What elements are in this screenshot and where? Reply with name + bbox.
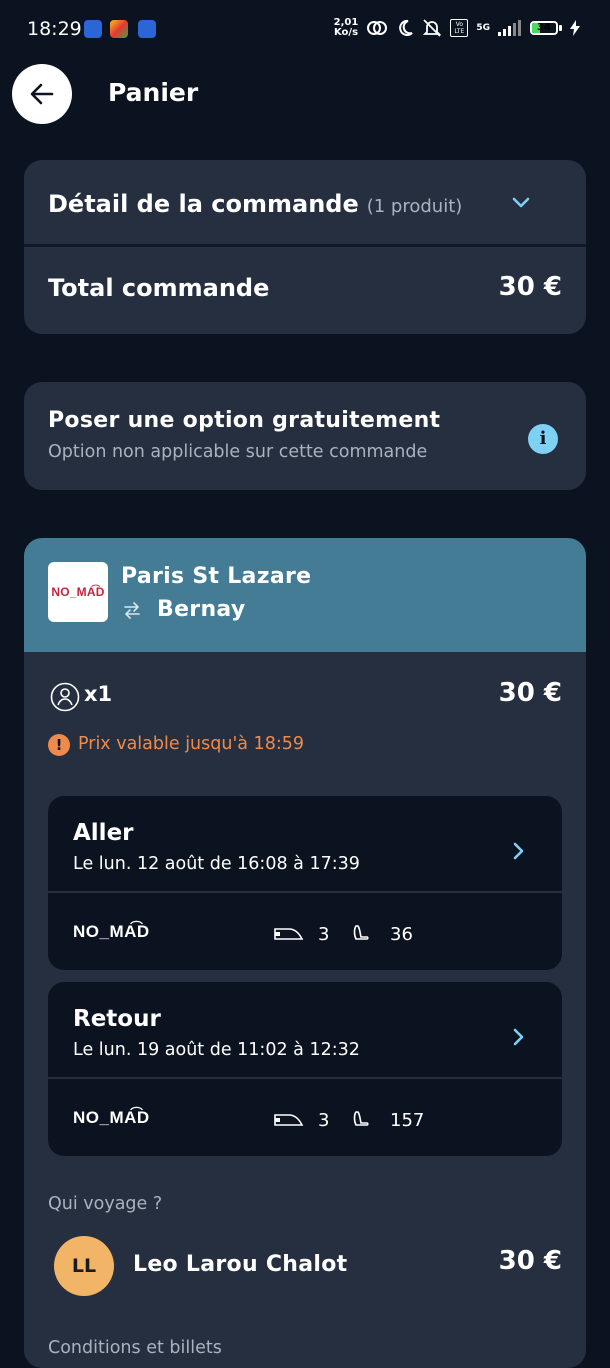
leg-title: Retour (73, 1006, 161, 1032)
seat-icon (353, 925, 369, 940)
chevron-right-icon[interactable] (510, 1026, 528, 1048)
chevron-down-icon[interactable] (510, 194, 532, 212)
volte-icon: Vo LTE (450, 19, 469, 37)
option-title: Poser une option gratuitement (48, 408, 441, 433)
moon-icon (399, 19, 414, 36)
divider (24, 244, 586, 247)
bell-off-icon (423, 19, 442, 37)
operator-name: NO_MA͡D (73, 922, 150, 941)
network-speed: 2,01 Ko/s (334, 18, 359, 38)
page-title: Panier (108, 78, 199, 107)
swap-arrows-icon (124, 602, 140, 619)
trip-card: NO_MA͡D Paris St Lazare Bernay x1 30 € !… (24, 538, 586, 1368)
photos-notification-icon (110, 20, 128, 38)
traveler-price: 30 € (498, 1246, 562, 1276)
arrow-left-icon (30, 83, 54, 105)
info-icon[interactable]: i (528, 424, 558, 454)
option-subtitle: Option non applicable sur cette commande (48, 442, 428, 462)
status-bar: 18:29 2,01 Ko/s Vo LTE 5G 34 (0, 0, 610, 60)
outbound-leg-card[interactable]: Aller Le lun. 12 août de 16:08 à 17:39 N… (48, 796, 562, 970)
passenger-icon (50, 682, 80, 712)
status-time: 18:29 (27, 18, 82, 40)
order-summary-card: Détail de la commande (1 produit) Total c… (24, 160, 586, 334)
chevron-right-icon[interactable] (510, 840, 528, 862)
trip-price: 30 € (498, 678, 562, 708)
trip-origin: Paris St Lazare (121, 564, 312, 589)
order-detail-title: Détail de la commande (1 produit) (48, 190, 462, 218)
status-icons: 2,01 Ko/s Vo LTE 5G 34 (334, 18, 580, 38)
back-button[interactable] (12, 64, 72, 124)
operator-logo: NO_MA͡D (48, 562, 108, 622)
who-travels-label: Qui voyage ? (48, 1194, 163, 1214)
leg-date: Le lun. 12 août de 16:08 à 17:39 (73, 854, 360, 874)
order-total-value: 30 € (498, 272, 562, 302)
return-leg-card[interactable]: Retour Le lun. 19 août de 11:02 à 12:32 … (48, 982, 562, 1156)
conditions-label: Conditions et billets (48, 1338, 222, 1358)
order-detail-label: Détail de la commande (48, 190, 359, 218)
leg-date: Le lun. 19 août de 11:02 à 12:32 (73, 1040, 360, 1060)
trip-header: NO_MA͡D Paris St Lazare Bernay (24, 538, 586, 652)
divider (48, 1077, 562, 1079)
order-product-count: (1 produit) (366, 196, 463, 217)
avatar: LL (54, 1236, 114, 1296)
seat-number: 157 (390, 1110, 425, 1131)
order-detail-toggle[interactable]: Détail de la commande (1 produit) (24, 160, 586, 244)
app-notification-icon (84, 20, 102, 38)
charging-icon (570, 20, 580, 36)
leg-title: Aller (73, 820, 134, 846)
speed-unit: Ko/s (333, 27, 359, 38)
car-number: 3 (318, 1110, 330, 1131)
battery-icon: 34 (530, 21, 562, 35)
price-validity-warning: Prix valable jusqu'à 18:59 (78, 734, 304, 754)
passenger-count: x1 (84, 682, 113, 706)
free-option-card: Poser une option gratuitement Option non… (24, 382, 586, 490)
order-total-label: Total commande (48, 274, 270, 302)
train-car-icon (274, 928, 304, 940)
operator-logo-text: NO_MA͡D (51, 585, 105, 599)
seat-icon (353, 1111, 369, 1126)
network-type: 5G (476, 23, 490, 33)
train-car-icon (274, 1114, 304, 1126)
trip-destination: Bernay (157, 597, 246, 622)
divider (48, 891, 562, 893)
car-number: 3 (318, 924, 330, 945)
operator-name: NO_MA͡D (73, 1108, 150, 1127)
seat-number: 36 (390, 924, 413, 945)
signal-icon (498, 20, 521, 36)
traveler-name: Leo Larou Chalot (133, 1252, 348, 1277)
hotspot-icon (367, 21, 388, 35)
battery-level: 34 (537, 22, 551, 33)
app-notification-icon-2 (138, 20, 156, 38)
warning-icon: ! (48, 734, 70, 756)
